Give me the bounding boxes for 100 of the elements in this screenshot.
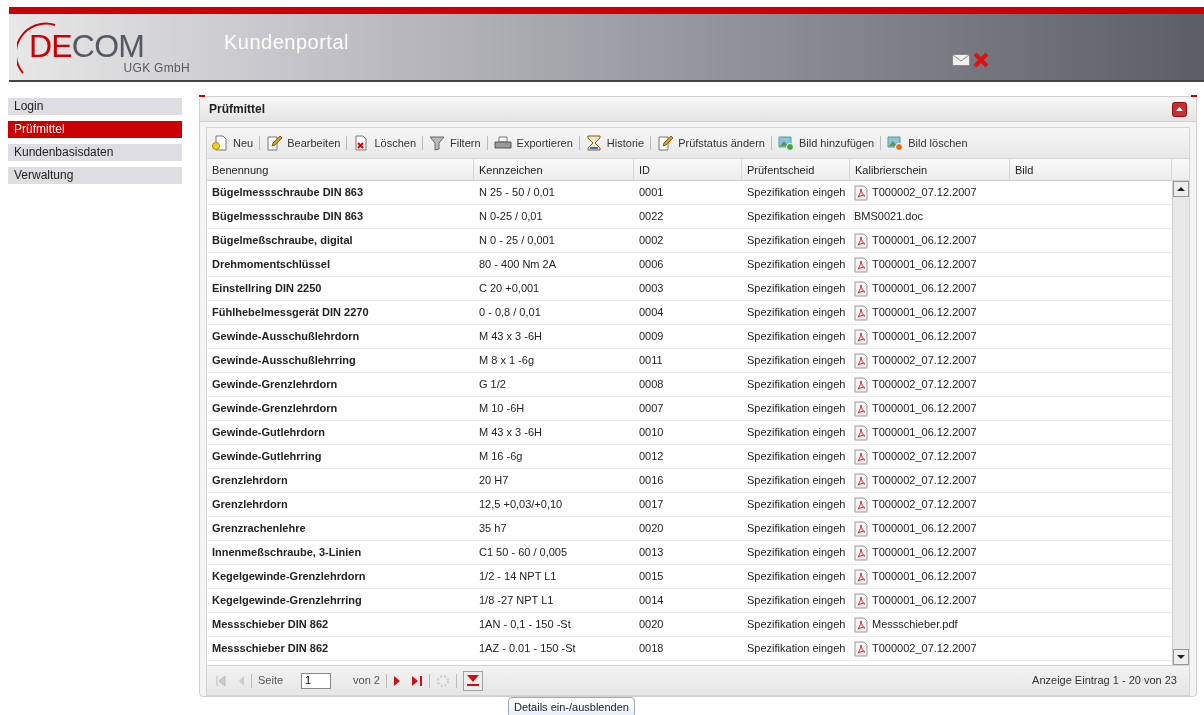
- file-link[interactable]: T000002_07.12.2007: [872, 640, 977, 657]
- file-link[interactable]: T000001_06.12.2007: [872, 568, 977, 585]
- toolbar-button[interactable]: Bearbeiten: [265, 134, 342, 152]
- table-cell: N 0 - 25 / 0,001: [479, 234, 555, 247]
- pdf-file-icon: [854, 424, 868, 441]
- table-cell: 0010: [639, 426, 664, 439]
- table-cell: Bügelmeßschraube, digital: [212, 234, 353, 247]
- toolbar-button[interactable]: Löschen: [352, 134, 417, 152]
- table-cell: Gewinde-Gutlehrring: [212, 450, 322, 463]
- table-cell: 1AZ - 0.01 - 150 -St: [479, 642, 576, 655]
- table-cell: Spezifikation eingeh: [747, 234, 846, 247]
- table-cell: Spezifikation eingeh: [747, 618, 846, 631]
- sidebar-item[interactable]: Verwaltung: [8, 167, 182, 184]
- sidebar-item[interactable]: Login: [8, 98, 182, 115]
- toolbar-button[interactable]: Neu: [211, 134, 255, 152]
- table-cell: 0007: [639, 402, 664, 415]
- table-cell: Spezifikation eingeh: [747, 186, 846, 199]
- table-cell: Spezifikation eingeh: [747, 546, 846, 559]
- file-link[interactable]: T000001_06.12.2007: [872, 304, 977, 321]
- toolbar-button[interactable]: Exportieren: [492, 134, 574, 152]
- table-cell: 80 - 400 Nm 2A: [479, 258, 557, 271]
- column-header[interactable]: Kalibrierschein: [850, 159, 1010, 180]
- file-link[interactable]: T000001_06.12.2007: [872, 544, 977, 561]
- pdf-file-icon: [854, 256, 868, 273]
- logo-subtitle: UGK GmbH: [123, 62, 190, 74]
- pdf-file-icon: [854, 472, 868, 489]
- table-cell: 0 - 0,8 / 0,01: [479, 306, 541, 319]
- file-link[interactable]: T000002_07.12.2007: [872, 352, 977, 369]
- table-cell: 20 H7: [479, 474, 509, 487]
- table-cell: C1 50 - 60 / 0,005: [479, 546, 568, 559]
- table-cell: Drehmomentschlüssel: [212, 258, 330, 271]
- table-cell: Kegelgewinde-Grenzlehrring: [212, 594, 362, 607]
- table-cell: N 0-25 / 0,01: [479, 210, 543, 223]
- pdf-file-icon: [854, 328, 868, 345]
- file-link[interactable]: T000001_06.12.2007: [872, 520, 977, 537]
- table-cell: M 16 -6g: [479, 450, 523, 463]
- pdf-file-icon: [854, 376, 868, 393]
- table-cell: 0015: [639, 570, 664, 583]
- toolbar-button[interactable]: Filtern: [428, 134, 482, 152]
- file-link[interactable]: T000002_07.12.2007: [872, 376, 977, 393]
- table-cell: Spezifikation eingeh: [747, 210, 846, 223]
- table-cell: 12,5 +0,03/+0,10: [479, 498, 563, 511]
- table-cell: Spezifikation eingeh: [747, 402, 846, 415]
- file-link[interactable]: T000001_06.12.2007: [872, 424, 977, 441]
- next-page-icon[interactable]: [393, 674, 401, 687]
- table-cell: G 1/2: [479, 378, 506, 391]
- file-link[interactable]: T000001_06.12.2007: [872, 256, 977, 273]
- table-cell: 0014: [639, 594, 664, 607]
- table-cell: 1AN - 0,1 - 150 -St: [479, 618, 571, 631]
- table-cell: Spezifikation eingeh: [747, 306, 846, 319]
- table-cell: Grenzlehrdorn: [212, 474, 288, 487]
- scrollbar[interactable]: [1172, 181, 1189, 665]
- file-link[interactable]: T000001_06.12.2007: [872, 280, 977, 297]
- toolbar-button[interactable]: Bild löschen: [886, 134, 969, 152]
- toolbar-button[interactable]: Historie: [584, 134, 646, 152]
- pdf-file-icon: [854, 568, 868, 585]
- scroll-down-icon[interactable]: [1173, 649, 1189, 665]
- table-cell: C 20 +0,001: [479, 282, 540, 295]
- table-cell: M 10 -6H: [479, 402, 525, 415]
- column-header[interactable]: ID: [634, 159, 742, 180]
- file-link[interactable]: BMS0021.doc: [854, 208, 924, 225]
- pdf-file-icon: [854, 448, 868, 465]
- file-link[interactable]: T000001_06.12.2007: [872, 328, 977, 345]
- toggle-details-icon[interactable]: [463, 670, 483, 691]
- last-page-icon[interactable]: [411, 674, 423, 687]
- file-link[interactable]: T000002_07.12.2007: [872, 448, 977, 465]
- sidebar-item[interactable]: Prüfmittel: [8, 121, 182, 138]
- column-header[interactable]: Prüfentscheid: [742, 159, 850, 180]
- scroll-up-icon[interactable]: [1173, 181, 1189, 197]
- column-header[interactable]: Bild: [1010, 159, 1172, 180]
- table-cell: 0006: [639, 258, 664, 271]
- file-link[interactable]: T000001_06.12.2007: [872, 400, 977, 417]
- mail-icon[interactable]: [952, 54, 970, 66]
- table-cell: Spezifikation eingeh: [747, 282, 846, 295]
- pencil-icon: [266, 135, 283, 151]
- portal-title: Kundenportal: [224, 30, 349, 55]
- sidebar-item[interactable]: Kundenbasisdaten: [8, 144, 182, 161]
- file-link[interactable]: T000001_06.12.2007: [872, 592, 977, 609]
- file-link[interactable]: Messschieber.pdf: [872, 616, 958, 633]
- table-cell: Innenmeßschraube, 3-Linien: [212, 546, 362, 559]
- table-cell: Spezifikation eingeh: [747, 570, 846, 583]
- table-cell: Spezifikation eingeh: [747, 474, 846, 487]
- table-cell: 0022: [639, 210, 664, 223]
- pdf-file-icon: [854, 304, 868, 321]
- table-cell: Fühlhebelmessgerät DIN 2270: [212, 306, 369, 319]
- table-cell: Spezifikation eingeh: [747, 426, 846, 439]
- file-link[interactable]: T000002_07.12.2007: [872, 472, 977, 489]
- column-header[interactable]: Kennzeichen: [474, 159, 634, 180]
- toolbar-button[interactable]: Prüfstatus ändern: [656, 134, 766, 152]
- file-link[interactable]: T000002_07.12.2007: [872, 496, 977, 513]
- tooltip: Details ein-/ausblenden: [508, 697, 635, 715]
- pdf-file-icon: [854, 352, 868, 369]
- collapse-icon[interactable]: [1172, 101, 1187, 117]
- table-cell: Spezifikation eingeh: [747, 330, 846, 343]
- file-link[interactable]: T000002_07.12.2007: [872, 184, 977, 201]
- toolbar-button[interactable]: Bild hinzufügen: [776, 134, 876, 152]
- column-header[interactable]: Benennung: [207, 159, 474, 180]
- table-cell: M 8 x 1 -6g: [479, 354, 535, 367]
- page-input[interactable]: 1: [301, 672, 332, 689]
- file-link[interactable]: T000001_06.12.2007: [872, 232, 977, 249]
